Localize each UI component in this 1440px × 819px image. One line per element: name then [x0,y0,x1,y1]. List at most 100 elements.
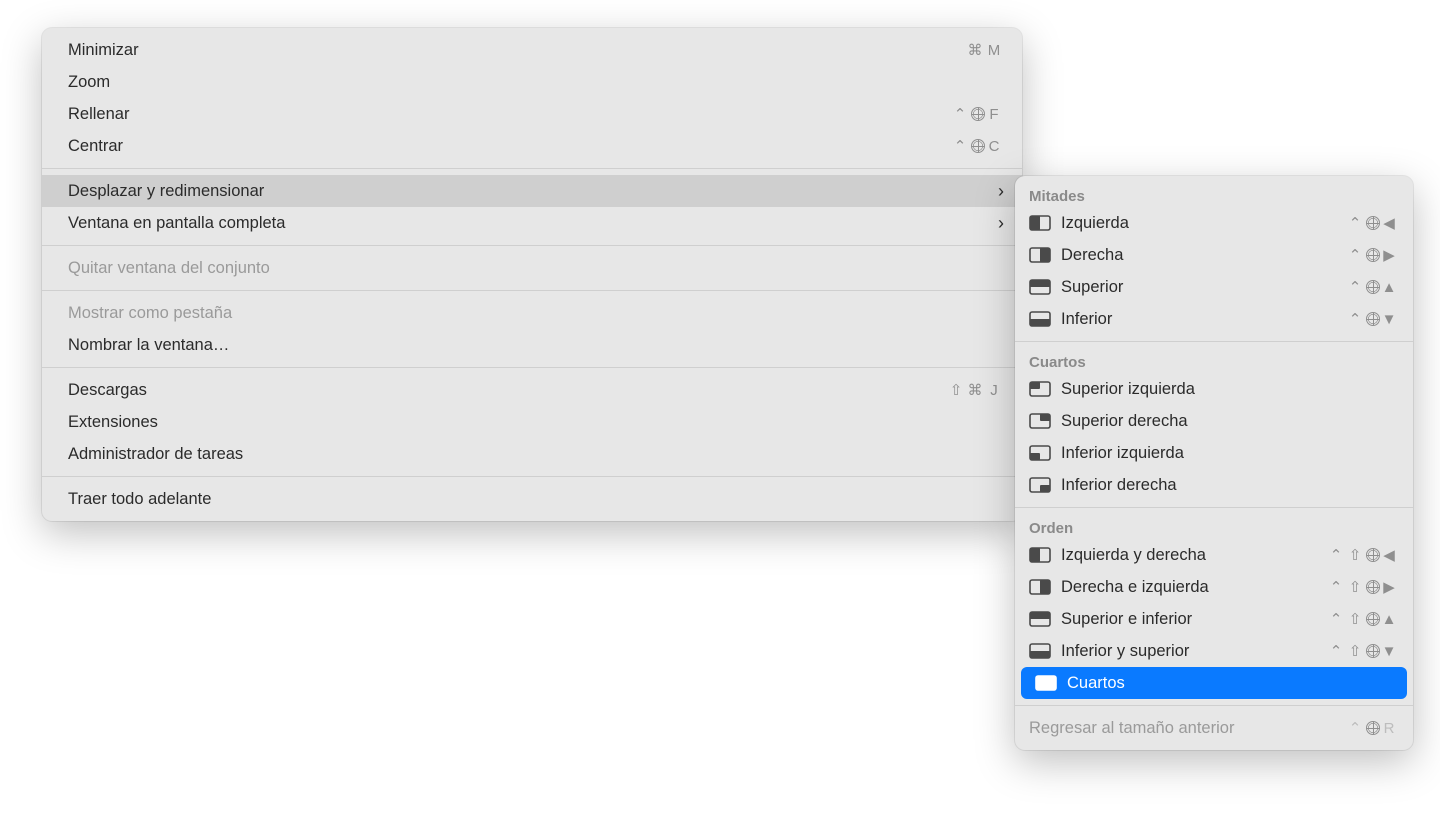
ctrl-glyph: ⌃ [1347,248,1365,263]
menu-item-label: Descargas [68,379,948,401]
window-position-icon [1035,675,1057,691]
menu-item-label: Superior izquierda [1061,378,1399,400]
R-glyph: R [1381,721,1399,736]
ctrl-glyph: ⌃ [1347,312,1365,327]
menu-item-restore: Regresar al tamaño anterior⌃R [1015,712,1413,744]
shortcut: ⌃C [952,139,1004,154]
menu-item-label: Zoom [68,71,1004,93]
menu-item-center[interactable]: Centrar⌃C [42,130,1022,162]
menu-item-arr-tb[interactable]: Superior e inferior⌃⇧▲ [1015,603,1413,635]
globe-icon [971,107,985,121]
window-menu[interactable]: Minimizar⌘M Zoom Rellenar⌃FCentrar⌃C Despla… [42,28,1022,521]
menu-item-bring-all-front[interactable]: Traer todo adelante [42,483,1022,515]
menu-item-label: Superior [1061,276,1347,298]
menu-item-label: Inferior [1061,308,1347,330]
menu-item-label: Ventana en pantalla completa [68,212,990,234]
shift-glyph: ⇧ [1347,580,1365,595]
menu-item-label: Nombrar la ventana… [68,334,1004,356]
menu-item-q-bl[interactable]: Inferior izquierda [1015,437,1413,469]
menu-item-fill[interactable]: Rellenar⌃F [42,98,1022,130]
menu-item-q-tl[interactable]: Superior izquierda [1015,373,1413,405]
shortcut: ⌃⇧ ◀ [1328,548,1399,563]
ctrl-glyph: ⌃ [1328,644,1346,659]
shortcut: ⌃◀ [1347,216,1399,231]
shortcut: ⌃F [952,107,1004,122]
ctrl-glyph: ⌃ [1328,580,1346,595]
F-glyph: F [986,107,1004,122]
menu-separator [42,290,1022,291]
menu-item-minimize[interactable]: Minimizar⌘M [42,34,1022,66]
menu-item-arr-bt[interactable]: Inferior y superior⌃⇧▼ [1015,635,1413,667]
globe-icon [1366,548,1380,562]
menu-item-zoom[interactable]: Zoom [42,66,1022,98]
rect-bottom-icon [1029,311,1051,327]
menu-item-task-manager[interactable]: Administrador de tareas [42,438,1022,470]
move-resize-submenu[interactable]: MitadesIzquierda⌃◀Derecha⌃▶Superior⌃▲Inf… [1015,176,1413,750]
menu-item-half-left[interactable]: Izquierda⌃◀ [1015,207,1413,239]
menu-separator [42,168,1022,169]
menu-separator [42,245,1022,246]
ctrl-glyph: ⌃ [1328,548,1346,563]
menu-item-half-top[interactable]: Superior⌃▲ [1015,271,1413,303]
shortcut: ⌃⇧▲ [1328,612,1399,627]
menu-item-label: Extensiones [68,411,1004,433]
menu-item-downloads[interactable]: Descargas⇧⌘J [42,374,1022,406]
ctrl-glyph: ⌃ [1328,612,1346,627]
globe-icon [1366,580,1380,594]
window-position-icon [1029,643,1051,659]
menu-item-label: Superior derecha [1061,410,1399,432]
chevron-right-icon: › [998,212,1004,234]
shift-glyph: ⇧ [1347,548,1365,563]
menu-item-move-resize[interactable]: Desplazar y redimensionar› [42,175,1022,207]
menu-item-extensions[interactable]: Extensiones [42,406,1022,438]
submenu-section-header: Cuartos [1015,348,1413,373]
menu-separator [1015,341,1413,342]
window-position-icon [1029,247,1051,263]
menu-separator [1015,705,1413,706]
menu-item-half-bottom[interactable]: Inferior⌃▼ [1015,303,1413,335]
up-glyph: ▲ [1381,280,1399,295]
menu-item-label: Inferior y superior [1061,640,1328,662]
submenu-section-header: Orden [1015,514,1413,539]
shortcut: ⌃▶ [1347,248,1399,263]
ctrl-glyph: ⌃ [1347,721,1365,736]
right-glyph: ▶ [1381,580,1399,595]
shortcut: ⇧⌘J [948,383,1004,398]
left-glyph: ◀ [1381,216,1399,231]
menu-item-label: Derecha e izquierda [1061,576,1328,598]
shortcut: ⌃▲ [1347,280,1399,295]
globe-icon [1366,280,1380,294]
rect-br-icon [1029,477,1051,493]
menu-item-arr-rl[interactable]: Derecha e izquierda⌃⇧ ▶ [1015,571,1413,603]
globe-icon [1366,312,1380,326]
menu-item-label: Derecha [1061,244,1347,266]
menu-item-label: Administrador de tareas [68,443,1004,465]
menu-item-fullscreen[interactable]: Ventana en pantalla completa › [42,207,1022,239]
menu-separator [42,476,1022,477]
menu-item-arr-quarters[interactable]: Cuartos [1021,667,1407,699]
rect-right-icon [1029,247,1051,263]
menu-item-half-right[interactable]: Derecha⌃▶ [1015,239,1413,271]
window-position-icon [1029,215,1051,231]
rect-top-icon [1029,279,1051,295]
window-position-icon [1029,413,1051,429]
menu-item-label: Minimizar [68,39,967,61]
rect-bl-icon [1029,445,1051,461]
window-position-icon [1029,381,1051,397]
shift-glyph: ⇧ [948,383,966,398]
window-position-icon [1029,579,1051,595]
globe-icon [971,139,985,153]
menu-item-label: Inferior izquierda [1061,442,1399,464]
window-position-icon [1029,445,1051,461]
shortcut: ⌘M [967,43,1004,58]
C-glyph: C [986,139,1004,154]
menu-item-label: Cuartos [1067,672,1393,694]
menu-item-q-br[interactable]: Inferior derecha [1015,469,1413,501]
left-glyph: ◀ [1381,548,1399,563]
submenu-section-header: Mitades [1015,182,1413,207]
menu-item-arr-lr[interactable]: Izquierda y derecha⌃⇧◀ [1015,539,1413,571]
menu-item-name-window[interactable]: Nombrar la ventana… [42,329,1022,361]
shortcut: ⌃R [1347,721,1399,736]
ctrl-glyph: ⌃ [1347,216,1365,231]
menu-item-q-tr[interactable]: Superior derecha [1015,405,1413,437]
